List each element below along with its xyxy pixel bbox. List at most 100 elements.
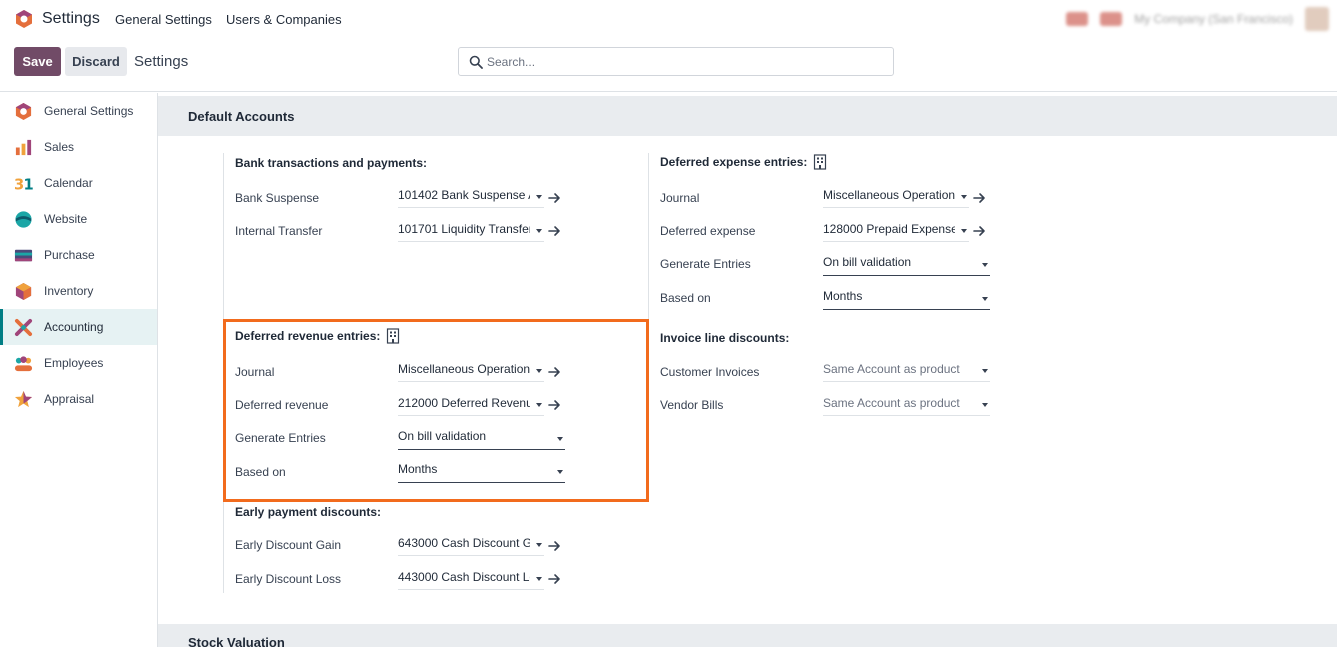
caret-down-icon[interactable] <box>536 577 542 581</box>
field-value: Same Account as product <box>823 362 960 376</box>
label-deferred-revenue-generate: Generate Entries <box>235 431 326 445</box>
user-avatar[interactable] <box>1305 7 1329 31</box>
calendar-icon: 3 1 <box>14 176 33 192</box>
caret-down-icon[interactable] <box>536 195 542 199</box>
internal-link-arrow-icon[interactable] <box>548 539 562 553</box>
sidebar-item-appraisal[interactable]: Appraisal <box>0 381 157 417</box>
field-value: Months <box>823 289 863 303</box>
internal-link-arrow-icon[interactable] <box>548 572 562 586</box>
sidebar-item-label: Purchase <box>44 248 95 262</box>
caret-down-icon[interactable] <box>961 229 967 233</box>
app-title[interactable]: Settings <box>42 10 100 28</box>
sidebar-item-calendar[interactable]: 3 1 Calendar <box>0 165 157 201</box>
sidebar-item-label: Sales <box>44 140 75 154</box>
group-title-text: Deferred revenue entries: <box>235 329 381 343</box>
company-switcher[interactable]: My Company (San Francisco) <box>1134 12 1293 26</box>
internal-link-arrow-icon[interactable] <box>548 191 562 205</box>
caret-down-icon[interactable] <box>982 369 988 373</box>
purchase-icon <box>14 249 33 261</box>
section-header-default-accounts: Default Accounts <box>158 96 1337 136</box>
discard-button[interactable]: Discard <box>65 47 127 76</box>
section-header-stock-valuation: Stock Valuation <box>158 624 1337 647</box>
vendor-bills-discount-field[interactable]: Same Account as product <box>823 396 990 416</box>
caret-down-icon[interactable] <box>982 263 988 267</box>
label-deferred-revenue-journal: Journal <box>235 365 275 379</box>
sidebar-item-label: Calendar <box>44 176 93 190</box>
deferred-revenue-based-on-select[interactable]: Months <box>398 462 565 483</box>
label-internal-transfer: Internal Transfer <box>235 224 323 238</box>
early-discount-gain-field[interactable]: 643000 Cash Discount Gain <box>398 536 544 556</box>
group-title-text: Deferred expense entries: <box>660 155 808 169</box>
deferred-revenue-account-field[interactable]: 212000 Deferred Revenue <box>398 396 544 416</box>
accounting-icon <box>14 318 33 336</box>
deferred-expense-journal-field[interactable]: Miscellaneous Operations <box>823 188 969 208</box>
internal-link-arrow-icon[interactable] <box>548 365 562 379</box>
deferred-revenue-generate-select[interactable]: On bill validation <box>398 429 565 450</box>
group-title-invoice-discounts: Invoice line discounts: <box>660 331 790 345</box>
deferred-expense-account-field[interactable]: 128000 Prepaid Expenses <box>823 222 969 242</box>
internal-link-arrow-icon[interactable] <box>548 398 562 412</box>
field-value: 443000 Cash Discount Loss <box>398 570 530 584</box>
search-box[interactable] <box>458 47 894 76</box>
caret-down-icon[interactable] <box>536 543 542 547</box>
caret-down-icon[interactable] <box>536 403 542 407</box>
sidebar-item-accounting[interactable]: Accounting <box>0 309 157 345</box>
caret-down-icon[interactable] <box>557 470 563 474</box>
caret-down-icon[interactable] <box>961 195 967 199</box>
field-value: 128000 Prepaid Expenses <box>823 222 955 236</box>
internal-link-arrow-icon[interactable] <box>973 191 987 205</box>
label-early-discount-loss: Early Discount Loss <box>235 572 342 586</box>
search-input[interactable] <box>487 52 877 72</box>
field-value: Same Account as product <box>823 396 960 410</box>
right-column-divider <box>648 153 649 373</box>
early-discount-loss-field[interactable]: 443000 Cash Discount Loss <box>398 570 544 590</box>
caret-down-icon[interactable] <box>982 297 988 301</box>
caret-down-icon[interactable] <box>536 229 542 233</box>
label-bank-suspense: Bank Suspense <box>235 191 320 205</box>
activity-icon[interactable] <box>1066 12 1089 26</box>
label-customer-invoices: Customer Invoices <box>660 365 760 379</box>
sidebar-item-sales[interactable]: Sales <box>0 129 157 165</box>
internal-link-arrow-icon[interactable] <box>548 224 562 238</box>
group-title-deferred-revenue: Deferred revenue entries: <box>235 328 400 344</box>
sales-icon <box>15 139 32 155</box>
odoo-logo-icon <box>15 102 32 120</box>
bank-suspense-field[interactable]: 101402 Bank Suspense Account <box>398 188 544 208</box>
sidebar-item-inventory[interactable]: Inventory <box>0 273 157 309</box>
label-deferred-expense-journal: Journal <box>660 191 700 205</box>
systray: My Company (San Francisco) <box>1066 6 1337 32</box>
sidebar-item-general-settings[interactable]: General Settings <box>0 93 157 129</box>
caret-down-icon[interactable] <box>557 437 563 441</box>
field-value: 212000 Deferred Revenue <box>398 396 530 410</box>
menu-general-settings[interactable]: General Settings <box>115 12 212 27</box>
sidebar-item-label: Appraisal <box>44 392 95 406</box>
group-title-bank: Bank transactions and payments: <box>235 156 428 170</box>
caret-down-icon[interactable] <box>982 403 988 407</box>
menu-users-companies[interactable]: Users & Companies <box>226 12 342 27</box>
group-title-early-payment: Early payment discounts: <box>235 505 382 519</box>
website-icon <box>15 210 32 228</box>
field-value: On bill validation <box>823 255 912 269</box>
sidebar-item-label: General Settings <box>44 104 134 118</box>
internal-link-arrow-icon[interactable] <box>973 224 987 238</box>
label-deferred-expense-generate: Generate Entries <box>660 257 751 271</box>
deferred-expense-based-on-select[interactable]: Months <box>823 289 990 310</box>
deferred-revenue-journal-field[interactable]: Miscellaneous Operations <box>398 362 544 382</box>
customer-invoices-discount-field[interactable]: Same Account as product <box>823 362 990 382</box>
sidebar-item-website[interactable]: Website <box>0 201 157 237</box>
messaging-icon[interactable] <box>1100 12 1123 26</box>
internal-transfer-field[interactable]: 101701 Liquidity Transfer <box>398 222 544 242</box>
sidebar-item-employees[interactable]: Employees <box>0 345 157 381</box>
sidebar-item-label: Employees <box>44 356 104 370</box>
field-value: Miscellaneous Operations <box>398 362 530 376</box>
inventory-icon <box>15 282 32 300</box>
field-value: Miscellaneous Operations <box>823 188 955 202</box>
caret-down-icon[interactable] <box>536 369 542 373</box>
sidebar-item-purchase[interactable]: Purchase <box>0 237 157 273</box>
breadcrumb-title: Settings <box>134 53 189 70</box>
save-button[interactable]: Save <box>14 47 61 76</box>
deferred-expense-generate-select[interactable]: On bill validation <box>823 255 990 276</box>
odoo-logo-icon[interactable] <box>14 9 34 29</box>
sidebar-item-label: Website <box>44 212 88 226</box>
label-deferred-revenue-account: Deferred revenue <box>235 398 329 412</box>
